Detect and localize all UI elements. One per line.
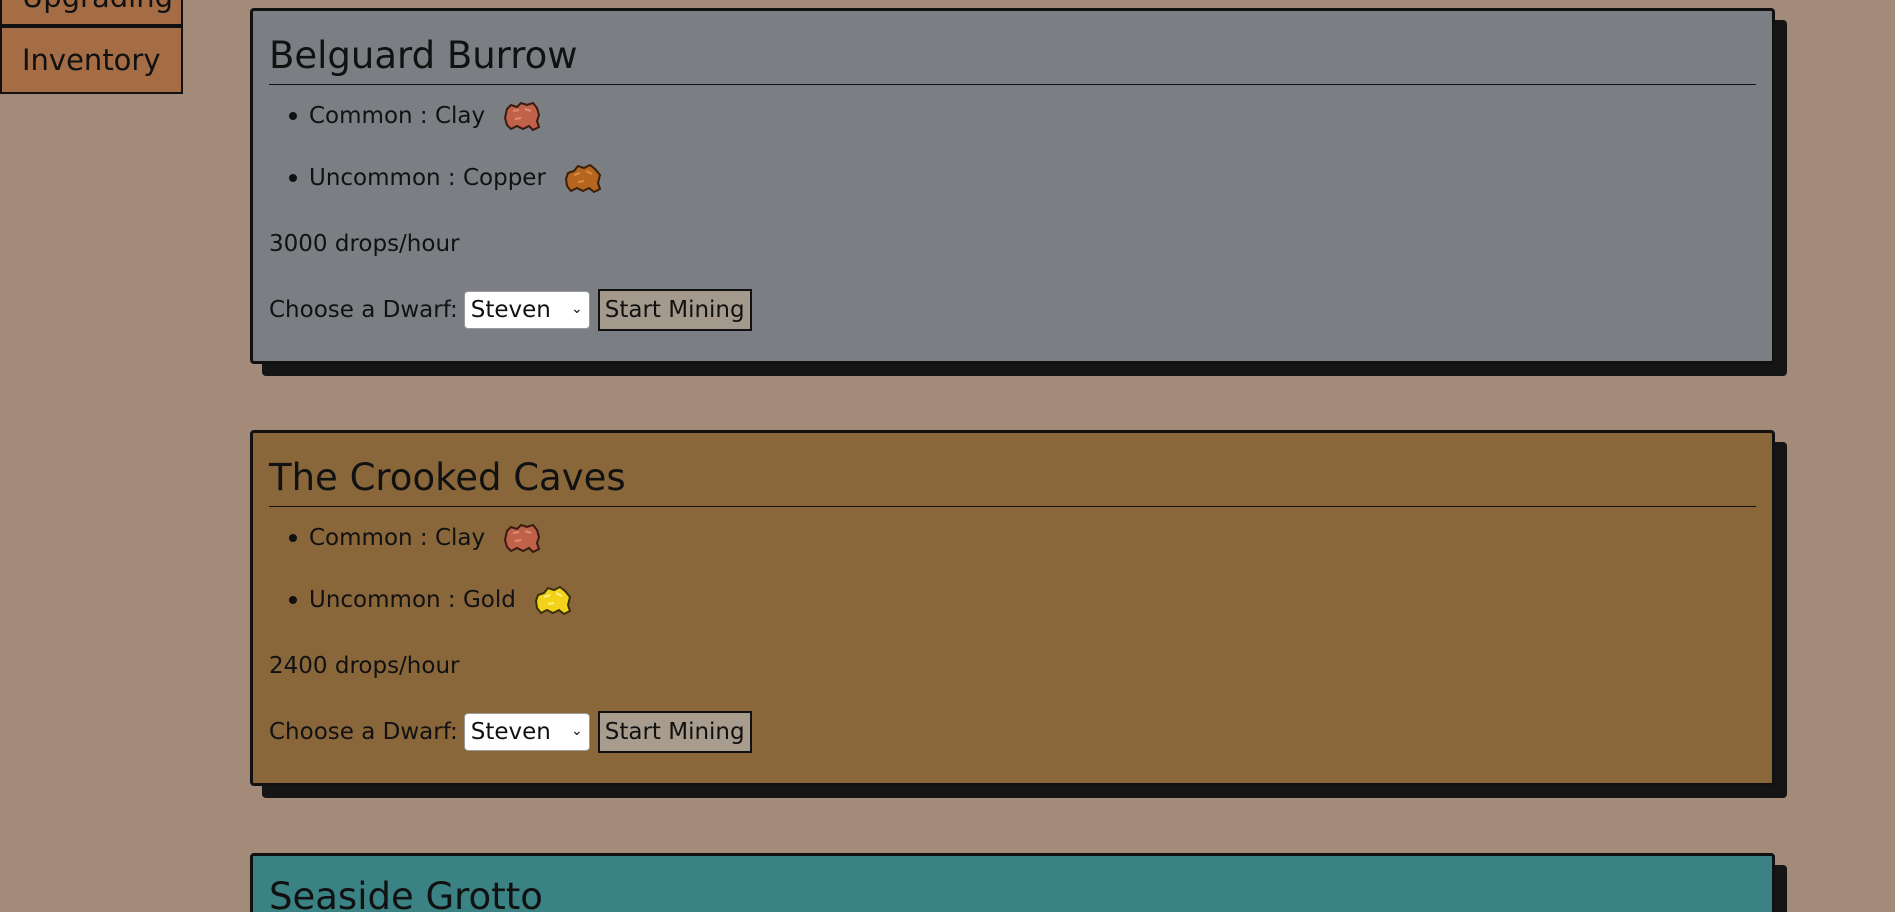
clay-ore-icon [504, 523, 541, 554]
mine-title: Belguard Burrow [269, 11, 1756, 85]
ore-list-item: Common : Clay [269, 507, 1756, 569]
ore-label: Uncommon : Copper [309, 165, 546, 191]
start-mining-button[interactable]: Start Mining [597, 289, 752, 331]
ore-list-item: Uncommon : Copper [269, 147, 1756, 209]
dwarf-selection-row: Choose a Dwarf: Steven ⌄ Start Mining [269, 289, 1756, 331]
dwarf-select-label: Choose a Dwarf: [269, 297, 458, 323]
clay-ore-icon [504, 101, 541, 132]
ore-list: Common : Clay Uncommon : Gold [269, 507, 1756, 631]
drop-rate: 2400 drops/hour [269, 653, 460, 679]
mine-title: The Crooked Caves [269, 433, 1756, 507]
ore-label: Uncommon : Gold [309, 587, 516, 613]
start-mining-label: Start Mining [604, 297, 745, 323]
mine-title: Seaside Grotto [269, 856, 1756, 912]
ore-list-item: Common : Clay [269, 85, 1756, 147]
nav-button-upgrading[interactable]: Upgrading [0, 0, 183, 26]
dwarf-selection-row: Choose a Dwarf: Steven ⌄ Start Mining [269, 711, 1756, 753]
dwarf-select-value: Steven [470, 719, 551, 745]
chevron-down-icon: ⌄ [571, 723, 583, 739]
nav-button-label: Inventory [22, 43, 161, 77]
dwarf-select[interactable]: Steven ⌄ [463, 713, 590, 751]
ore-label: Common : Clay [309, 525, 486, 551]
nav-button-inventory[interactable]: Inventory [0, 26, 183, 94]
copper-ore-icon [564, 163, 602, 194]
dwarf-select[interactable]: Steven ⌄ [463, 291, 590, 329]
mine-card-seaside-grotto: Seaside Grotto [250, 853, 1775, 912]
ore-list: Common : Clay Uncommon : Copper [269, 85, 1756, 209]
dwarf-select-label: Choose a Dwarf: [269, 719, 458, 745]
start-mining-label: Start Mining [604, 719, 745, 745]
chevron-down-icon: ⌄ [571, 301, 583, 317]
start-mining-button[interactable]: Start Mining [597, 711, 752, 753]
dwarf-select-value: Steven [470, 297, 551, 323]
mine-card-crooked-caves: The Crooked Caves Common : Clay Uncommon… [250, 430, 1775, 786]
gold-ore-icon [534, 585, 572, 616]
mine-card-belguard-burrow: Belguard Burrow Common : Clay Uncommon :… [250, 8, 1775, 364]
ore-label: Common : Clay [309, 103, 486, 129]
ore-list-item: Uncommon : Gold [269, 569, 1756, 631]
drop-rate: 3000 drops/hour [269, 231, 460, 257]
nav-button-label: Upgrading [22, 0, 173, 14]
